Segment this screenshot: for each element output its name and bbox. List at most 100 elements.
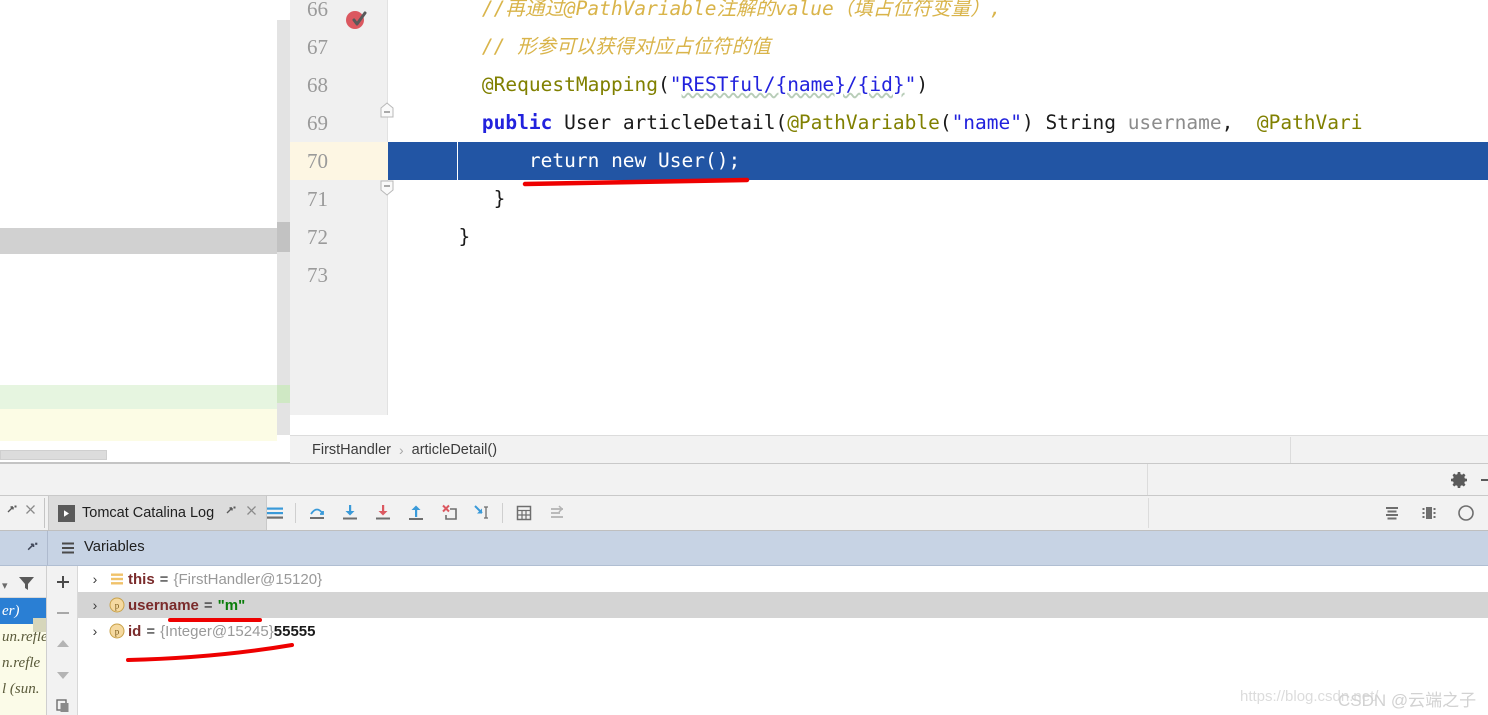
breadcrumb-class[interactable]: FirstHandler [312, 442, 391, 458]
code-line[interactable]: } [388, 218, 1488, 256]
left-scrollbar-thumb[interactable] [277, 222, 290, 252]
remove-watch-button[interactable] [47, 597, 78, 628]
gutter-row[interactable]: 71 [290, 180, 388, 218]
code-token: ) [916, 73, 929, 96]
toolbar-divider [295, 503, 296, 523]
gutter-row[interactable]: 66 [290, 0, 388, 28]
code-token: // 形参可以获得对应占位符的值 [481, 35, 771, 58]
drop-frame-button[interactable] [432, 496, 465, 530]
editor-gutter[interactable]: 66 67 68 69 70 71 72 73 [290, 0, 388, 415]
frames-list[interactable]: er) un.refle n.refle l (sun. [0, 598, 47, 715]
line-number: 70 [307, 149, 328, 173]
gutter-row[interactable]: 73 [290, 256, 388, 294]
left-scrollbar-marker [277, 385, 290, 403]
gutter-row[interactable]: 69 [290, 104, 388, 142]
frames-scroll-corner [33, 618, 47, 632]
tab-pin-icon[interactable] [225, 504, 238, 522]
code-token: } [493, 187, 506, 210]
code-token: @PathVari [1256, 111, 1363, 134]
tab-tomcat-catalina-log[interactable]: Tomcat Catalina Log [48, 496, 268, 530]
breadcrumb-divider [1290, 437, 1291, 463]
code-editor[interactable]: 66 67 68 69 70 71 72 73 //再通过@PathVariable注解的va… [290, 0, 1488, 415]
breakpoint-verified-icon[interactable] [345, 8, 367, 30]
line-number: 66 [307, 0, 328, 21]
step-out-button[interactable] [399, 496, 432, 530]
layout-icon[interactable] [1375, 496, 1408, 530]
gutter-row[interactable]: 70 [290, 142, 388, 180]
fold-marker-end-icon[interactable] [378, 178, 396, 196]
breadcrumb[interactable]: FirstHandler › articleDetail() [290, 435, 1488, 464]
code-line[interactable]: } [388, 180, 1488, 218]
code-token: } [458, 225, 471, 248]
code-token: username [1127, 111, 1222, 134]
code-token: @RequestMapping [481, 73, 659, 96]
code-line[interactable]: @RequestMapping("RESTful/{name}/{id}") [388, 66, 1488, 104]
variable-row[interactable]: › p id = {Integer@15245} 55555 [78, 618, 1488, 644]
move-up-button[interactable] [47, 628, 78, 659]
variables-pin-icon[interactable] [26, 540, 40, 559]
show-execution-point-button[interactable] [258, 496, 291, 530]
gutter-row[interactable]: 72 [290, 218, 388, 256]
variables-title: Variables [84, 539, 145, 555]
breadcrumb-method[interactable]: articleDetail() [412, 442, 497, 458]
minimize-icon[interactable] [1481, 479, 1488, 481]
frame-row[interactable]: l (sun. [0, 676, 47, 702]
code-token: , [1221, 111, 1257, 134]
parameter-icon: p [106, 597, 128, 613]
code-line[interactable]: public User articleDetail(@PathVariable(… [388, 104, 1488, 142]
breadcrumb-separator-icon: › [398, 441, 404, 458]
debug-action-buttons [258, 496, 573, 530]
code-line[interactable]: //再通过@PathVariable注解的value（填占位符变量）, [388, 0, 1488, 28]
fold-marker-expanded-icon[interactable] [378, 102, 396, 120]
move-down-button[interactable] [47, 659, 78, 690]
copy-value-button[interactable] [47, 690, 78, 715]
variable-name: id [128, 622, 142, 640]
expand-chevron-icon[interactable]: › [84, 623, 106, 639]
code-token: User articleDetail [552, 111, 776, 134]
variable-value: "m" [217, 596, 246, 614]
evaluate-expression-button[interactable] [507, 496, 540, 530]
gutter-row[interactable]: 68 [290, 66, 388, 104]
settings-list-button[interactable] [540, 496, 573, 530]
left-band-yellow [0, 409, 277, 441]
variable-value: 55555 [273, 622, 316, 640]
step-into-button[interactable] [333, 496, 366, 530]
left-horizontal-scrollbar[interactable] [0, 450, 107, 460]
frame-row[interactable]: n.refle [0, 650, 47, 676]
object-icon [106, 571, 128, 587]
variable-row[interactable]: › this = {FirstHandler@15120} [78, 566, 1488, 592]
code-token: ( [939, 111, 952, 134]
editor-code-area[interactable]: //再通过@PathVariable注解的value（填占位符变量）, // 形… [388, 0, 1488, 415]
toolbar-divider [502, 503, 503, 523]
help-icon[interactable] [1449, 496, 1482, 530]
run-to-cursor-button[interactable] [465, 496, 498, 530]
code-line[interactable]: // 形参可以获得对应占位符的值 [388, 28, 1488, 66]
code-token: //再通过@PathVariable注解的value（填占位符变量）, [481, 0, 1002, 20]
add-watch-button[interactable] [47, 566, 78, 597]
variables-list-icon [61, 541, 75, 560]
equals-sign: = [203, 596, 213, 614]
expand-chevron-icon[interactable]: › [84, 571, 106, 587]
force-step-into-button[interactable] [366, 496, 399, 530]
line-number: 72 [307, 225, 328, 249]
gutter-row[interactable]: 67 [290, 28, 388, 66]
filter-icon[interactable] [17, 574, 36, 598]
code-line[interactable]: return new User(); [388, 142, 1488, 180]
tab-close-icon[interactable] [245, 504, 258, 522]
frames-panel[interactable]: ▾ er) un.refle n.refle l (sun. [0, 566, 47, 715]
variables-panel-header: Variables [0, 531, 1488, 566]
gear-icon[interactable] [1450, 471, 1468, 489]
variable-row[interactable]: › p username = "m" [78, 592, 1488, 618]
restore-layout-icon[interactable] [1412, 496, 1445, 530]
line-number: 67 [307, 35, 328, 59]
expand-chevron-icon[interactable]: › [84, 597, 106, 613]
pin-icon[interactable] [6, 503, 19, 521]
step-over-button[interactable] [300, 496, 333, 530]
frames-dropdown-icon[interactable]: ▾ [2, 579, 8, 592]
code-line[interactable] [388, 256, 1488, 294]
close-icon[interactable] [24, 503, 37, 521]
equals-sign: = [159, 570, 169, 588]
